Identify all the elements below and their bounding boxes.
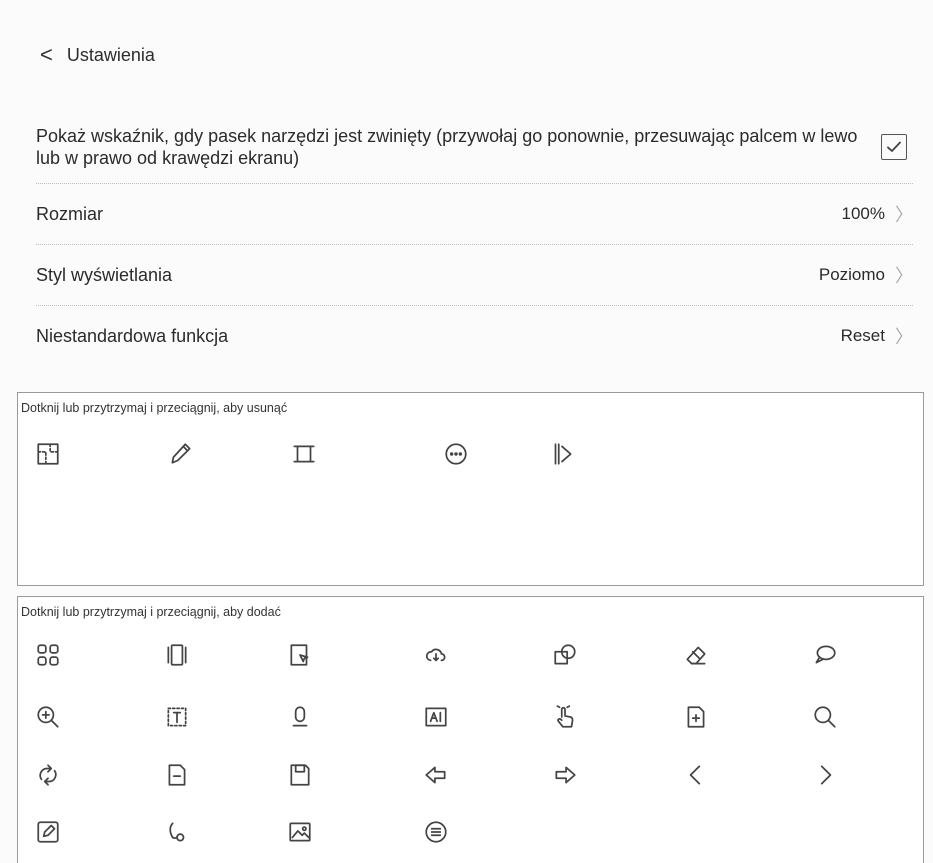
settings-list: Pokaż wskaźnik, gdy pasek narzędzi jest …	[36, 125, 913, 366]
image-icon[interactable]	[285, 817, 315, 847]
screenshot-icon[interactable]	[33, 439, 63, 469]
add-tools-panel: Dotknij lub przytrzymaj i przeciągnij, a…	[17, 596, 924, 863]
custom-function-value: Reset	[840, 326, 885, 345]
checkmark-icon	[887, 141, 901, 152]
apps-grid-icon[interactable]	[33, 640, 63, 670]
chevron-right-icon: 〉	[895, 327, 913, 347]
display-style-label: Styl wyświetlania	[36, 264, 173, 285]
indicator-setting-label: Pokaż wskaźnik, gdy pasek narzędzi jest …	[36, 126, 858, 168]
save-icon[interactable]	[285, 760, 315, 790]
menu-icon[interactable]	[421, 817, 451, 847]
refresh-icon[interactable]	[33, 760, 63, 790]
previous-page-icon[interactable]	[681, 760, 711, 790]
page-title: Ustawienia	[66, 44, 155, 65]
custom-function-setting[interactable]: Niestandardowa funkcja Reset 〉	[36, 306, 913, 366]
hand-touch-icon[interactable]	[550, 702, 580, 732]
display-style-value: Poziomo	[818, 265, 885, 284]
size-label: Rozmiar	[36, 203, 104, 224]
back-button[interactable]: < Ustawienia	[40, 44, 155, 66]
indicator-setting[interactable]: Pokaż wskaźnik, gdy pasek narzędzi jest …	[36, 125, 913, 184]
microphone-icon[interactable]	[285, 702, 315, 732]
partial-screenshot-icon[interactable]	[285, 640, 315, 670]
forward-arrow-icon[interactable]	[550, 760, 580, 790]
eraser-icon[interactable]	[681, 640, 711, 670]
add-page-icon[interactable]	[681, 702, 711, 732]
remove-page-icon[interactable]	[162, 760, 192, 790]
zoom-in-icon[interactable]	[33, 702, 63, 732]
search-icon[interactable]	[810, 702, 840, 732]
back-arrow-icon: <	[40, 42, 53, 67]
multi-page-icon[interactable]	[162, 640, 192, 670]
remove-tools-panel: Dotknij lub przytrzymaj i przeciągnij, a…	[17, 392, 924, 586]
pen-icon[interactable]	[166, 439, 196, 469]
size-value: 100%	[841, 204, 885, 223]
custom-function-label: Niestandardowa funkcja	[36, 325, 229, 346]
indicator-checkbox[interactable]	[881, 134, 907, 160]
ai-text-icon[interactable]	[421, 702, 451, 732]
back-arrow-icon[interactable]	[421, 760, 451, 790]
shape-icon[interactable]	[550, 640, 580, 670]
size-setting[interactable]: Rozmiar 100% 〉	[36, 184, 913, 245]
text-box-icon[interactable]	[162, 702, 192, 732]
chevron-right-icon: 〉	[895, 266, 913, 286]
chevron-right-icon: 〉	[895, 205, 913, 225]
more-icon[interactable]	[441, 439, 471, 469]
comment-icon[interactable]	[810, 640, 840, 670]
next-page-icon[interactable]	[810, 760, 840, 790]
cloud-sync-icon[interactable]	[421, 640, 451, 670]
edit-icon[interactable]	[33, 817, 63, 847]
collapse-icon[interactable]	[547, 439, 577, 469]
crop-icon[interactable]	[289, 439, 319, 469]
display-style-setting[interactable]: Styl wyświetlania Poziomo 〉	[36, 245, 913, 306]
lasso-icon[interactable]	[162, 817, 192, 847]
